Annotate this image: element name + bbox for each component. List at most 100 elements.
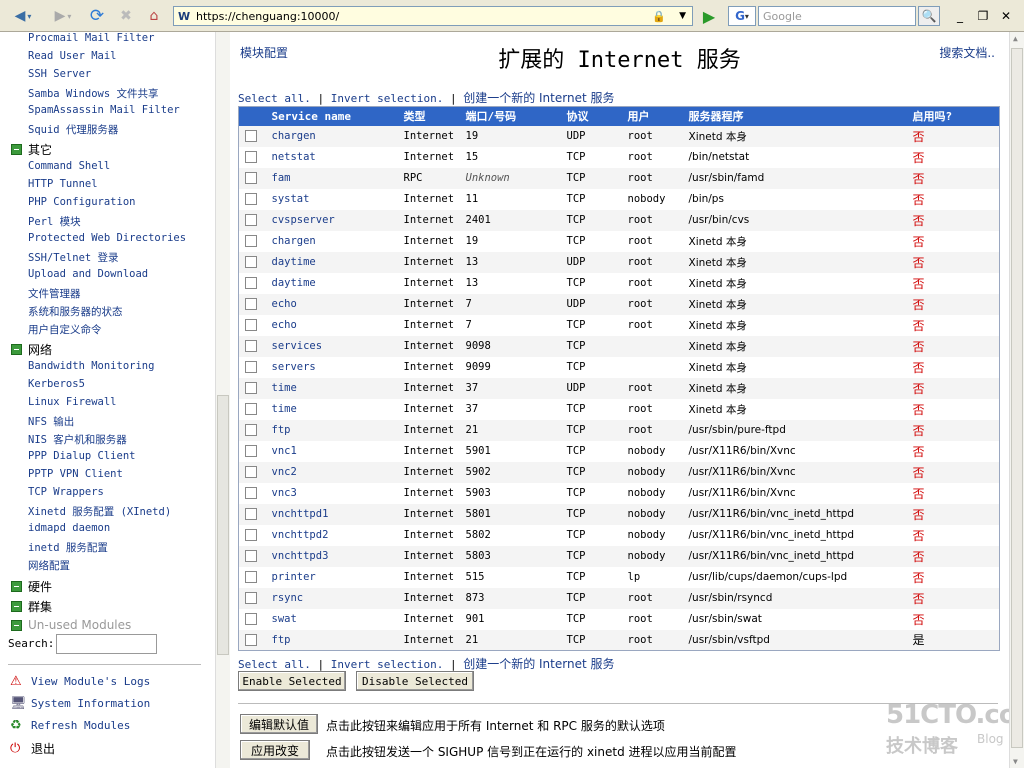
service-link[interactable]: vnchttpd3 xyxy=(272,550,329,562)
sidebar-module-link[interactable]: Procmail Mail Filter xyxy=(28,32,154,44)
service-link[interactable]: systat xyxy=(272,193,310,205)
row-checkbox[interactable] xyxy=(245,571,257,583)
sidebar-module-link[interactable]: SSH/Telnet 登录 xyxy=(28,250,119,265)
category-cluster[interactable]: 群集 xyxy=(11,598,52,615)
service-link[interactable]: vnchttpd1 xyxy=(272,508,329,520)
scrollbar-thumb[interactable] xyxy=(1011,48,1023,748)
row-checkbox[interactable] xyxy=(245,550,257,562)
sidebar-scrollbar[interactable] xyxy=(215,32,230,768)
refresh-modules-link[interactable]: ♻ Refresh Modules xyxy=(10,718,130,733)
module-search-input[interactable] xyxy=(56,634,157,654)
search-engine-selector[interactable]: G ▾ xyxy=(728,6,756,26)
sidebar-module-link[interactable]: Samba Windows 文件共享 xyxy=(28,86,159,101)
service-link[interactable]: fam xyxy=(272,172,291,184)
service-link[interactable]: services xyxy=(272,340,323,352)
sidebar-module-link[interactable]: Xinetd 服务配置 (XInetd) xyxy=(28,504,171,519)
sidebar-module-link[interactable]: NIS 客户机和服务器 xyxy=(28,432,127,447)
row-checkbox[interactable] xyxy=(245,172,257,184)
service-link[interactable]: servers xyxy=(272,361,316,373)
sidebar-module-link[interactable]: HTTP Tunnel xyxy=(28,178,98,190)
service-link[interactable]: chargen xyxy=(272,130,316,142)
service-link[interactable]: rsync xyxy=(272,592,304,604)
sidebar-module-link[interactable]: idmapd daemon xyxy=(28,522,110,534)
row-checkbox[interactable] xyxy=(245,382,257,394)
chevron-down-icon[interactable]: ▼ xyxy=(679,11,686,21)
sidebar-module-link[interactable]: SSH Server xyxy=(28,68,91,80)
service-link[interactable]: echo xyxy=(272,319,297,331)
row-checkbox[interactable] xyxy=(245,487,257,499)
sidebar-module-link[interactable]: SpamAssassin Mail Filter xyxy=(28,104,180,116)
enable-selected-button[interactable]: Enable Selected xyxy=(238,671,346,691)
service-link[interactable]: netstat xyxy=(272,151,316,163)
sidebar-module-link[interactable]: PHP Configuration xyxy=(28,196,135,208)
service-link[interactable]: ftp xyxy=(272,634,291,646)
sidebar-module-link[interactable]: Protected Web Directories xyxy=(28,232,186,244)
sidebar-module-link[interactable]: Read User Mail xyxy=(28,50,117,62)
row-checkbox[interactable] xyxy=(245,508,257,520)
scroll-up-icon[interactable]: ▲ xyxy=(1013,34,1018,43)
service-link[interactable]: printer xyxy=(272,571,316,583)
service-link[interactable]: ftp xyxy=(272,424,291,436)
sidebar-module-link[interactable]: inetd 服务配置 xyxy=(28,540,108,555)
sidebar-module-link[interactable]: 网络配置 xyxy=(28,558,70,573)
row-checkbox[interactable] xyxy=(245,151,257,163)
row-checkbox[interactable] xyxy=(245,424,257,436)
category-unused[interactable]: Un-used Modules xyxy=(11,618,131,632)
select-all-link[interactable]: Select all. xyxy=(238,92,311,105)
main-scrollbar[interactable]: ▲ ▼ xyxy=(1009,32,1024,768)
service-link[interactable]: daytime xyxy=(272,256,316,268)
row-checkbox[interactable] xyxy=(245,298,257,310)
sidebar-module-link[interactable]: 用户自定义命令 xyxy=(28,322,102,337)
search-docs-link[interactable]: 搜索文档.. xyxy=(939,44,995,61)
sidebar-module-link[interactable]: Perl 模块 xyxy=(28,214,81,229)
forward-button[interactable]: ▶ ▾ xyxy=(46,5,80,27)
row-checkbox[interactable] xyxy=(245,592,257,604)
scrollbar-thumb[interactable] xyxy=(217,395,229,655)
service-link[interactable]: vnc2 xyxy=(272,466,297,478)
invert-selection-link[interactable]: Invert selection. xyxy=(331,658,444,671)
invert-selection-link[interactable]: Invert selection. xyxy=(331,92,444,105)
scroll-down-icon[interactable]: ▼ xyxy=(1013,757,1018,766)
row-checkbox[interactable] xyxy=(245,319,257,331)
service-link[interactable]: swat xyxy=(272,613,297,625)
service-link[interactable]: cvspserver xyxy=(272,214,335,226)
service-link[interactable]: daytime xyxy=(272,277,316,289)
sidebar-module-link[interactable]: Upload and Download xyxy=(28,268,148,280)
disable-selected-button[interactable]: Disable Selected xyxy=(356,671,474,691)
row-checkbox[interactable] xyxy=(245,214,257,226)
row-checkbox[interactable] xyxy=(245,633,257,646)
apply-changes-button[interactable]: 应用改变 xyxy=(240,740,310,760)
search-button[interactable]: 🔍 xyxy=(918,6,940,26)
row-checkbox[interactable] xyxy=(245,445,257,457)
stop-button[interactable]: ✖ xyxy=(115,5,137,27)
row-checkbox[interactable] xyxy=(245,277,257,289)
sidebar-module-link[interactable]: TCP Wrappers xyxy=(28,486,104,498)
restore-button[interactable]: ❐ xyxy=(975,5,991,27)
url-input[interactable]: W https://chenguang:10000/ 🔒 ▼ xyxy=(173,6,693,26)
sidebar-module-link[interactable]: Squid 代理服务器 xyxy=(28,122,118,137)
service-link[interactable]: vnc3 xyxy=(272,487,297,499)
category-network[interactable]: 网络 xyxy=(11,341,52,358)
row-checkbox[interactable] xyxy=(245,403,257,415)
sidebar-module-link[interactable]: Kerberos5 xyxy=(28,378,85,390)
system-info-link[interactable]: 🖥 System Information xyxy=(10,696,150,711)
sidebar-module-link[interactable]: NFS 输出 xyxy=(28,414,74,429)
service-link[interactable]: time xyxy=(272,403,297,415)
edit-defaults-button[interactable]: 编辑默认值 xyxy=(240,714,318,734)
logout-link[interactable]: ⏻ 退出 xyxy=(10,740,55,757)
service-link[interactable]: chargen xyxy=(272,235,316,247)
sidebar-module-link[interactable]: 系统和服务器的状态 xyxy=(28,304,123,319)
row-checkbox[interactable] xyxy=(245,529,257,541)
select-all-link[interactable]: Select all. xyxy=(238,658,311,671)
row-checkbox[interactable] xyxy=(245,361,257,373)
category-other[interactable]: 其它 xyxy=(11,141,52,158)
create-service-link[interactable]: 创建一个新的 Internet 服务 xyxy=(463,657,614,671)
row-checkbox[interactable] xyxy=(245,340,257,352)
category-hardware[interactable]: 硬件 xyxy=(11,578,52,595)
row-checkbox[interactable] xyxy=(245,256,257,268)
sidebar-module-link[interactable]: Bandwidth Monitoring xyxy=(28,360,154,372)
minimize-button[interactable]: _ xyxy=(952,5,968,27)
view-logs-link[interactable]: ⚠ View Module's Logs xyxy=(10,674,150,689)
home-button[interactable]: ⌂ xyxy=(143,5,165,27)
service-link[interactable]: vnc1 xyxy=(272,445,297,457)
